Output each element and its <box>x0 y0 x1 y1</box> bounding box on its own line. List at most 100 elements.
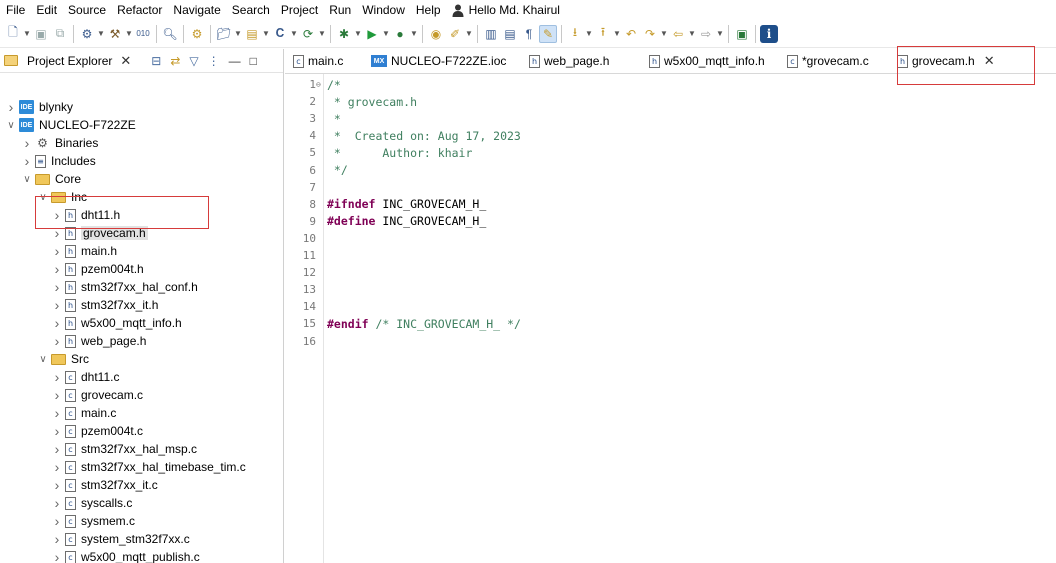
tree-item[interactable]: › IDE blynky <box>0 98 284 116</box>
menu-search[interactable]: Search <box>228 0 277 20</box>
tree-item[interactable]: › h web_page.h <box>0 332 284 350</box>
chevron-right-icon[interactable]: › <box>22 153 32 169</box>
tree-item[interactable]: › ⚙ Binaries <box>0 134 284 152</box>
tree-item[interactable]: › c syscalls.c <box>0 494 284 512</box>
tree-item[interactable]: › c dht11.c <box>0 368 284 386</box>
view-menu-icon[interactable]: ⋮ <box>208 54 220 68</box>
external-tools-dropdown-icon[interactable]: ▼ <box>410 29 418 38</box>
tree-item[interactable]: ∨ Core <box>0 170 284 188</box>
chevron-right-icon[interactable]: › <box>52 405 62 421</box>
tree-item[interactable]: › ≡ Includes <box>0 152 284 170</box>
tree-item[interactable]: › c stm32f7xx_hal_msp.c <box>0 440 284 458</box>
fold-icon[interactable]: ⊖ <box>316 80 324 89</box>
forward-dropdown-icon[interactable]: ▼ <box>716 29 724 38</box>
new-folder-icon[interactable]: ▤ <box>243 25 261 43</box>
build-dropdown-icon[interactable]: ▼ <box>125 29 133 38</box>
tree-item[interactable]: › h main.h <box>0 242 284 260</box>
chevron-right-icon[interactable]: › <box>52 243 62 259</box>
tree-item[interactable]: › h stm32f7xx_it.h <box>0 296 284 314</box>
new-c-file-dropdown-icon[interactable]: ▼ <box>290 29 298 38</box>
close-icon[interactable]: ✕ <box>120 53 131 69</box>
menu-run[interactable]: Run <box>325 0 358 20</box>
chevron-right-icon[interactable]: › <box>52 297 62 313</box>
back-arrow-icon[interactable]: ⇦ <box>669 25 687 43</box>
next-annotation-dropdown-icon[interactable]: ▼ <box>585 29 593 38</box>
tree-item[interactable]: ∨ Src <box>0 350 284 368</box>
debug-icon[interactable]: ✱ <box>335 25 353 43</box>
chevron-down-icon[interactable]: ∨ <box>38 354 48 365</box>
link-editor-icon[interactable]: ⇄ <box>170 54 180 68</box>
tree-item[interactable]: › c w5x00_mqtt_publish.c <box>0 548 284 563</box>
menu-navigate[interactable]: Navigate <box>169 0 227 20</box>
tree-item[interactable]: › c sysmem.c <box>0 512 284 530</box>
tree-item[interactable]: › h stm32f7xx_hal_conf.h <box>0 278 284 296</box>
chevron-right-icon[interactable]: › <box>22 135 32 151</box>
menu-help[interactable]: Help <box>412 0 448 20</box>
chevron-right-icon[interactable]: › <box>52 513 62 529</box>
back-dropdown-icon[interactable]: ▼ <box>688 29 696 38</box>
tab-w5x00-mqtt-info-h[interactable]: h w5x00_mqtt_info.h <box>641 49 779 73</box>
filter-icon[interactable]: ▽ <box>189 54 198 68</box>
menu-window[interactable]: Window <box>358 0 412 20</box>
menu-edit[interactable]: Edit <box>32 0 64 20</box>
tab-grovecam-c[interactable]: c *grovecam.c <box>779 49 889 73</box>
chevron-right-icon[interactable]: › <box>52 459 62 475</box>
tree-item[interactable]: › c pzem004t.c <box>0 422 284 440</box>
tree-item[interactable]: › h w5x00_mqtt_info.h <box>0 314 284 332</box>
chevron-right-icon[interactable]: › <box>52 477 62 493</box>
pin-dropdown-icon[interactable]: ▼ <box>465 29 473 38</box>
save-all-icon[interactable]: ⧉ <box>51 25 69 43</box>
refresh-icon[interactable]: ⟳ <box>299 25 317 43</box>
chevron-down-icon[interactable]: ∨ <box>22 174 32 185</box>
menu-refactor[interactable]: Refactor <box>113 0 169 20</box>
new-folder-dropdown-icon[interactable]: ▼ <box>262 29 270 38</box>
debug-config-icon[interactable]: ⚙ <box>188 25 206 43</box>
highlight-icon[interactable]: ✎ <box>539 24 557 43</box>
tree-item[interactable]: › c system_stm32f7xx.c <box>0 530 284 548</box>
chevron-right-icon[interactable]: › <box>52 315 62 331</box>
chevron-right-icon[interactable]: › <box>52 333 62 349</box>
tree-item[interactable]: › c main.c <box>0 404 284 422</box>
last-edit-icon[interactable]: ↶ <box>622 25 640 43</box>
save-icon[interactable]: ▣ <box>32 25 50 43</box>
forward-arrow-icon[interactable]: ⇨ <box>697 25 715 43</box>
open-type-icon[interactable]: ◉ <box>427 25 445 43</box>
collapse-all-icon[interactable]: ⊟ <box>151 54 161 68</box>
build-hammer-icon[interactable]: ⚒ <box>106 25 124 43</box>
new-icon[interactable]: 🗋 <box>4 25 22 43</box>
tab-nucleo-f722ze-ioc[interactable]: MX NUCLEO-F722ZE.ioc <box>363 49 521 73</box>
edit-dropdown-icon[interactable]: ▼ <box>660 29 668 38</box>
chevron-right-icon[interactable]: › <box>52 423 62 439</box>
next-annotation-icon[interactable]: ⭳ <box>566 25 584 43</box>
minimize-icon[interactable]: — <box>229 54 241 68</box>
info-icon[interactable]: i <box>760 24 778 43</box>
chevron-right-icon[interactable]: › <box>52 531 62 547</box>
block-select-icon[interactable]: ▤ <box>501 25 519 43</box>
new-dropdown-icon[interactable]: ▼ <box>23 29 31 38</box>
tree-item[interactable]: ∨ IDE NUCLEO-F722ZE <box>0 116 284 134</box>
user-greeting[interactable]: Hello Md. Khairul <box>448 3 560 17</box>
chevron-right-icon[interactable]: › <box>52 441 62 457</box>
chevron-right-icon[interactable]: › <box>52 279 62 295</box>
chevron-right-icon[interactable]: › <box>52 261 62 277</box>
refresh-dropdown-icon[interactable]: ▼ <box>318 29 326 38</box>
tab-main-c[interactable]: c main.c <box>285 49 363 73</box>
menu-project[interactable]: Project <box>277 0 325 20</box>
open-project-icon[interactable]: 📁︎ <box>215 25 233 43</box>
binary-icon[interactable]: 010 <box>134 25 152 43</box>
tree-item[interactable]: › c grovecam.c <box>0 386 284 404</box>
tab-web-page-h[interactable]: h web_page.h <box>521 49 641 73</box>
menu-file[interactable]: File <box>2 0 32 20</box>
settings-dropdown-icon[interactable]: ▼ <box>97 29 105 38</box>
chevron-right-icon[interactable]: › <box>52 495 62 511</box>
project-explorer-title[interactable]: Project Explorer <box>27 54 112 68</box>
new-c-file-icon[interactable]: 𝐂 <box>271 25 289 43</box>
search-icon[interactable]: 🔍︎ <box>161 25 179 43</box>
run-icon[interactable]: ▶ <box>363 25 381 43</box>
toggle-mark-icon[interactable]: ▥ <box>482 25 500 43</box>
chevron-right-icon[interactable]: › <box>6 99 16 115</box>
prev-annotation-icon[interactable]: ⭱ <box>594 25 612 43</box>
debug-dropdown-icon[interactable]: ▼ <box>354 29 362 38</box>
tree-item[interactable]: › h pzem004t.h <box>0 260 284 278</box>
prev-annotation-dropdown-icon[interactable]: ▼ <box>613 29 621 38</box>
